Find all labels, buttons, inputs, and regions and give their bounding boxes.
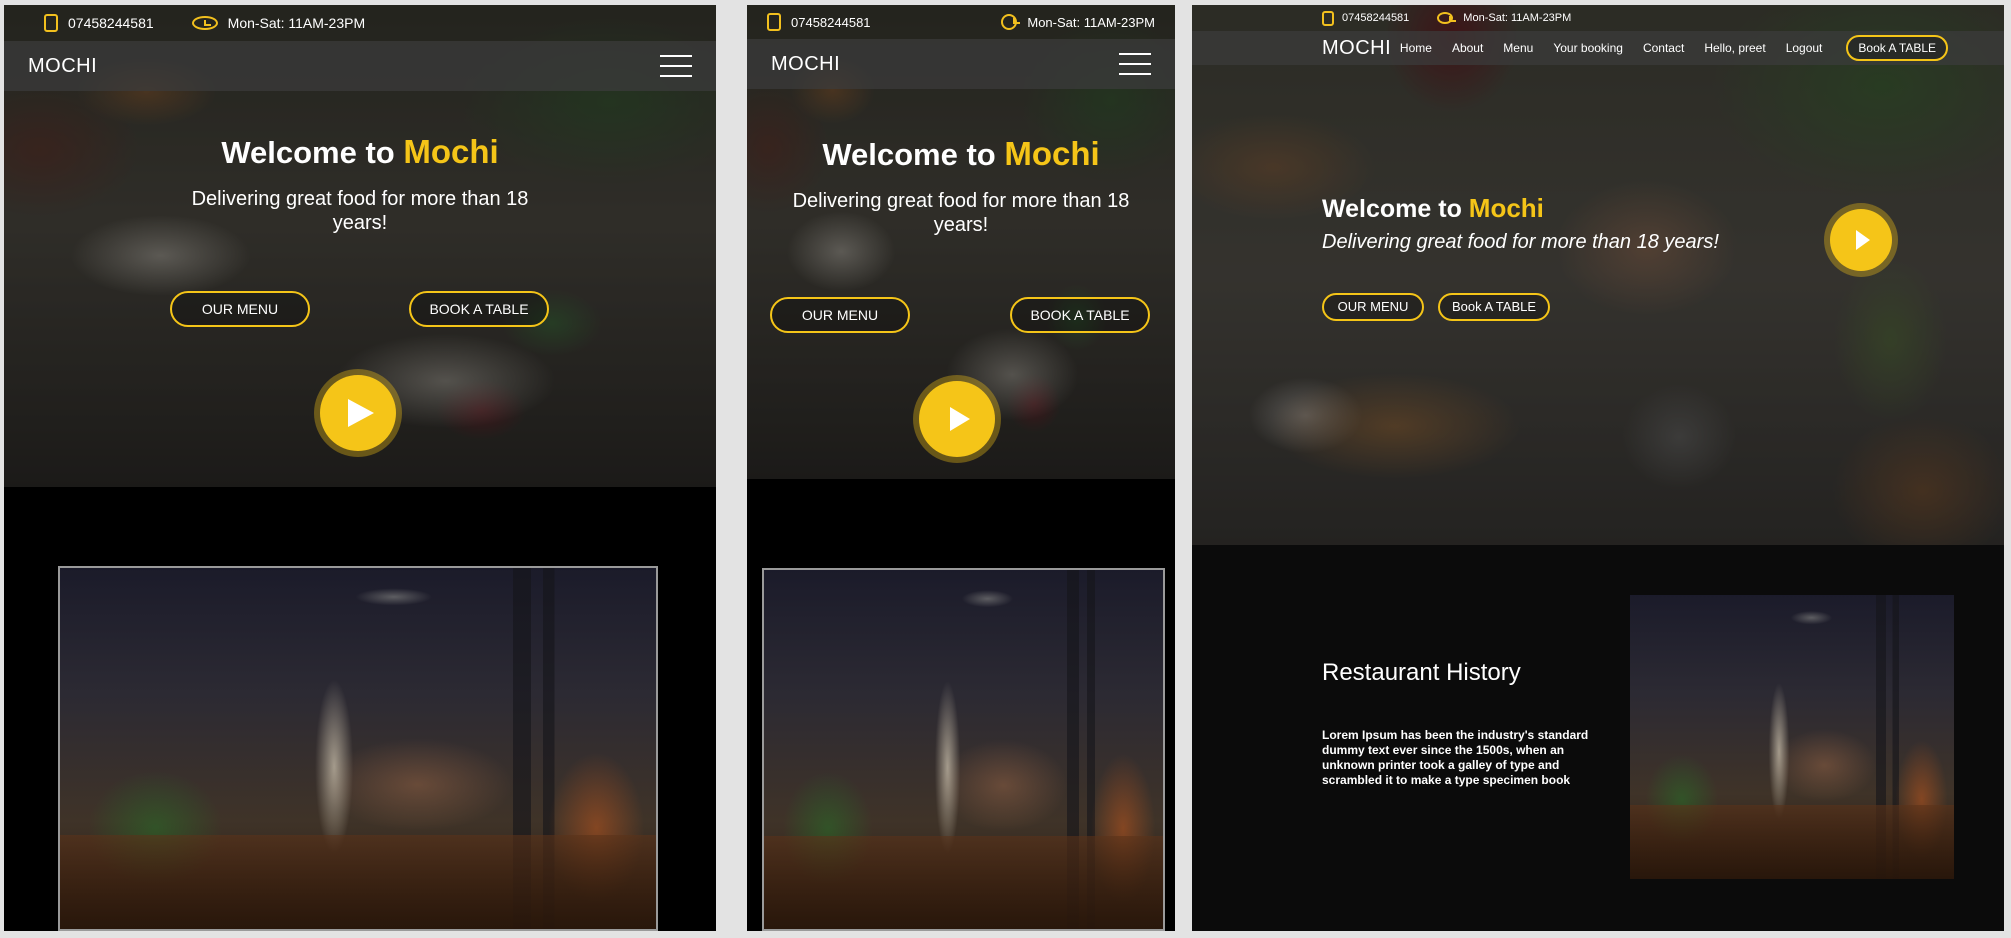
phone-info: 07458244581 <box>44 14 154 32</box>
hours-info: Mon-Sat: 11AM-23PM <box>1001 14 1155 30</box>
nav-bar: MOCHI <box>747 39 1175 89</box>
desktop-view: 07458244581 Mon-Sat: 11AM-23PM MOCHI Hom… <box>1192 5 2004 931</box>
hours-info: Mon-Sat: 11AM-23PM <box>1437 12 1571 24</box>
nav-link-your-booking[interactable]: Your booking <box>1553 41 1623 55</box>
nav-bar: MOCHI Home About Menu Your booking Conta… <box>1192 31 2004 65</box>
play-video-button[interactable] <box>1830 209 1892 271</box>
hero-title: Welcome to Mochi <box>4 133 716 171</box>
phone-info: 07458244581 <box>1322 10 1410 26</box>
hero-title: Welcome to Mochi <box>747 135 1175 173</box>
nav-user-greeting: Hello, preet <box>1704 41 1766 55</box>
nav-link-menu[interactable]: Menu <box>1503 41 1533 55</box>
nav-link-contact[interactable]: Contact <box>1643 41 1684 55</box>
hero-section: 07458244581 Mon-Sat: 11AM-23PM MOCHI Wel… <box>4 5 716 487</box>
opening-hours: Mon-Sat: 11AM-23PM <box>1463 12 1572 24</box>
brand-logo[interactable]: MOCHI <box>28 55 97 78</box>
clock-icon <box>1001 14 1021 30</box>
brand-name-highlight: Mochi <box>1468 193 1544 223</box>
hero-title: Welcome to Mochi <box>1322 193 1544 224</box>
phone-info: 07458244581 <box>767 13 871 31</box>
brand-logo[interactable]: MOCHI <box>1322 37 1391 60</box>
phone-icon <box>44 14 58 32</box>
book-table-button[interactable]: BOOK A TABLE <box>1010 297 1150 333</box>
top-info-bar: 07458244581 Mon-Sat: 11AM-23PM <box>4 5 716 41</box>
play-icon <box>348 399 374 427</box>
brand-name-highlight: Mochi <box>403 133 499 170</box>
tablet-view: 07458244581 Mon-Sat: 11AM-23PM MOCHI Wel… <box>747 5 1175 931</box>
restaurant-interior-image <box>1630 595 1954 879</box>
top-info-bar: 07458244581 Mon-Sat: 11AM-23PM <box>1192 5 2004 31</box>
welcome-text: Welcome to <box>822 137 996 172</box>
restaurant-interior-image <box>762 568 1165 931</box>
hours-info: Mon-Sat: 11AM-23PM <box>191 15 366 31</box>
hero-section: 07458244581 Mon-Sat: 11AM-23PM MOCHI Hom… <box>1192 5 2004 545</box>
hero-tagline: Delivering great food for more than 18 y… <box>191 188 529 234</box>
phone-number: 07458244581 <box>1342 12 1410 24</box>
book-table-button[interactable]: BOOK A TABLE <box>409 291 549 327</box>
opening-hours: Mon-Sat: 11AM-23PM <box>1027 14 1155 30</box>
brand-logo[interactable]: MOCHI <box>771 53 840 76</box>
play-video-button[interactable] <box>919 381 995 457</box>
nav-bar: MOCHI <box>4 41 716 91</box>
play-icon <box>949 407 970 431</box>
play-video-button[interactable] <box>320 375 396 451</box>
restaurant-interior-image <box>58 566 658 931</box>
phone-icon <box>1322 10 1334 26</box>
phone-icon <box>767 13 781 31</box>
our-menu-button[interactable]: OUR MENU <box>770 297 910 333</box>
history-description: Lorem Ipsum has been the industry's stan… <box>1322 728 1589 787</box>
mobile-view: 07458244581 Mon-Sat: 11AM-23PM MOCHI Wel… <box>4 5 716 931</box>
nav-book-table-button[interactable]: Book A TABLE <box>1846 35 1948 61</box>
main-navigation: Home About Menu Your booking Contact Hel… <box>1400 35 1948 61</box>
top-info-bar: 07458244581 Mon-Sat: 11AM-23PM <box>747 5 1175 39</box>
phone-number: 07458244581 <box>791 14 871 30</box>
book-table-button[interactable]: Book A TABLE <box>1438 293 1550 321</box>
phone-number: 07458244581 <box>68 15 154 31</box>
hero-tagline: Delivering great food for more than 18 y… <box>1322 231 1719 253</box>
hero-tagline: Delivering great food for more than 18 y… <box>792 190 1130 236</box>
our-menu-button[interactable]: OUR MENU <box>170 291 310 327</box>
hero-section: 07458244581 Mon-Sat: 11AM-23PM MOCHI Wel… <box>747 5 1175 479</box>
nav-link-logout[interactable]: Logout <box>1786 41 1823 55</box>
history-heading: Restaurant History <box>1322 659 1521 686</box>
clock-icon <box>191 16 218 30</box>
hamburger-menu-icon[interactable] <box>660 55 692 77</box>
play-icon <box>1856 230 1870 250</box>
nav-link-home[interactable]: Home <box>1400 41 1432 55</box>
welcome-text: Welcome to <box>1322 195 1462 223</box>
our-menu-button[interactable]: OUR MENU <box>1322 293 1424 321</box>
brand-name-highlight: Mochi <box>1004 135 1100 172</box>
opening-hours: Mon-Sat: 11AM-23PM <box>227 15 366 31</box>
welcome-text: Welcome to <box>221 135 395 170</box>
hamburger-menu-icon[interactable] <box>1119 53 1151 75</box>
clock-icon <box>1437 12 1457 24</box>
nav-link-about[interactable]: About <box>1452 41 1483 55</box>
